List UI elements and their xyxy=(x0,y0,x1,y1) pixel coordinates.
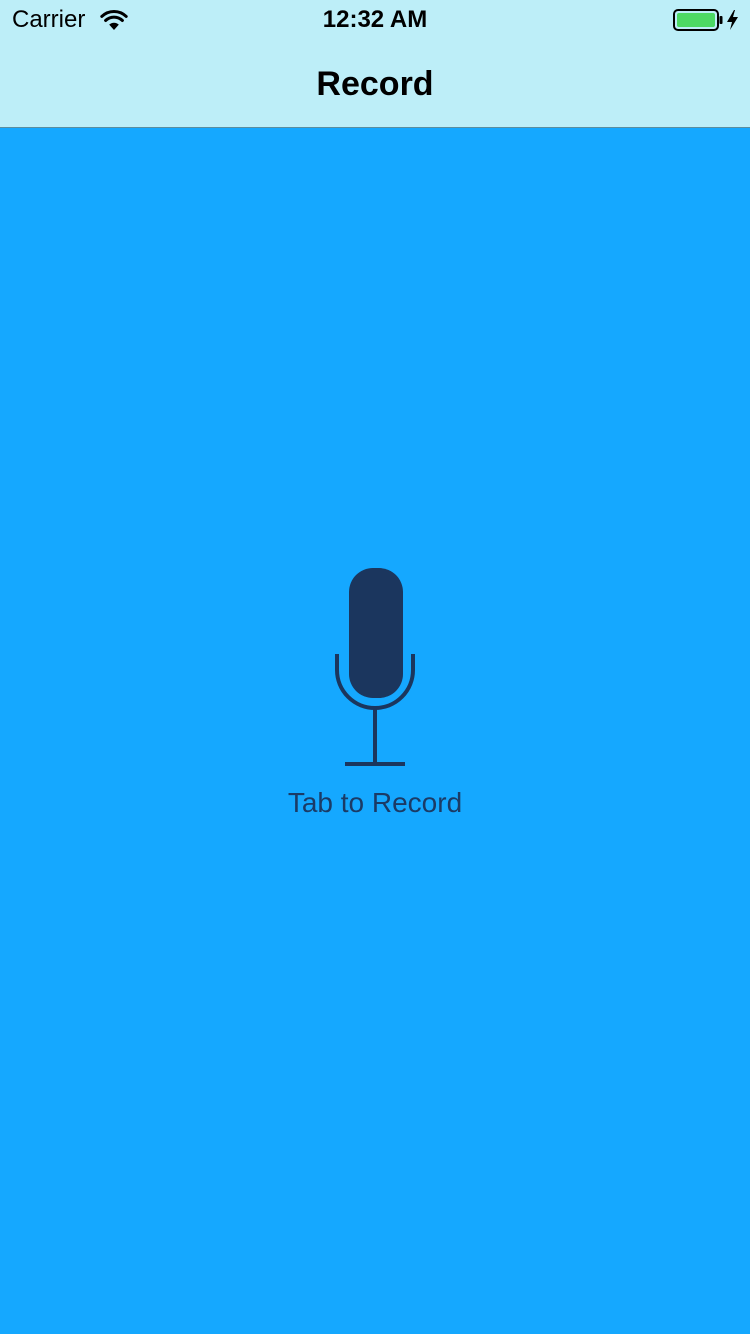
status-time: 12:32 AM xyxy=(322,6,428,33)
battery-charging-icon xyxy=(672,8,742,32)
record-button[interactable]: Tab to Record xyxy=(275,560,475,830)
navigation-bar: Carrier 12:32 AM Record xyxy=(0,0,750,128)
record-label: Tab to Record xyxy=(287,787,463,818)
microphone-icon xyxy=(335,568,415,768)
record-screen: Carrier 12:32 AM Record Tab to Record xyxy=(0,0,750,1334)
status-bar: Carrier 12:32 AM xyxy=(0,0,750,40)
page-title: Record xyxy=(316,65,434,103)
